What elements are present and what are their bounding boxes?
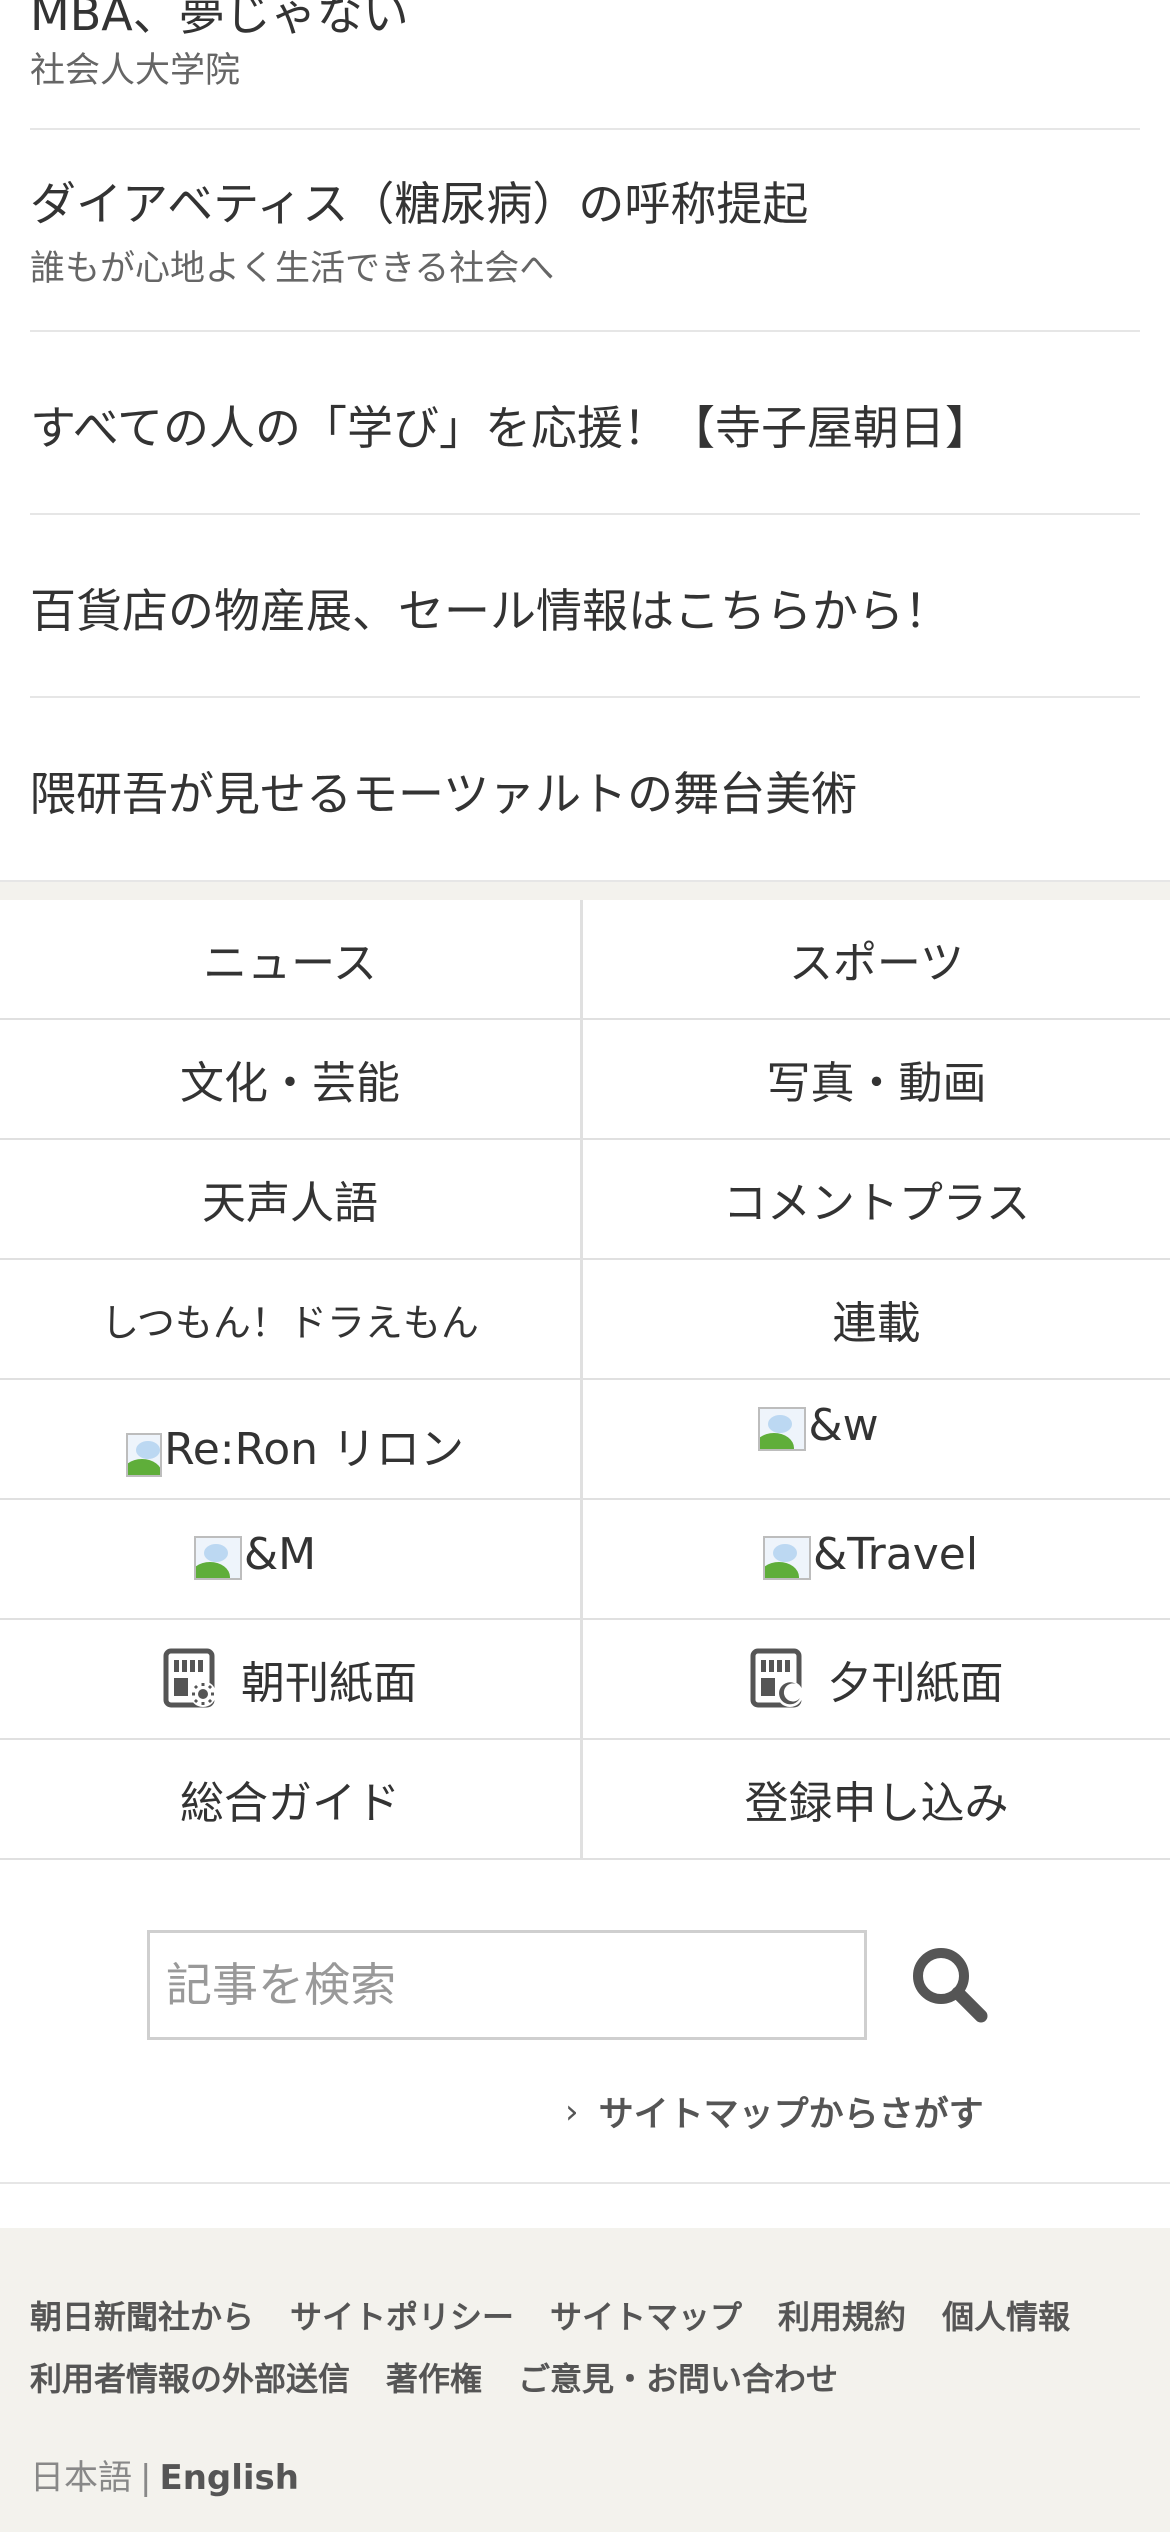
nav-label: 写真・動画 (766, 1058, 987, 1109)
lang-english[interactable]: English (159, 2458, 299, 2498)
promo-item[interactable]: ダイアベティス（糖尿病）の呼称提起 誰もが心地よく生活できる社会へ (30, 130, 1140, 332)
broken-image-icon (762, 1535, 811, 1580)
nav-label: &M (243, 1528, 317, 1580)
evening-paper-icon (750, 1648, 803, 1708)
footer-link-external-transmission[interactable]: 利用者情報の外部送信 (30, 2360, 350, 2398)
nav-sports[interactable]: スポーツ (583, 900, 1170, 1020)
footer-link-site-policy[interactable]: サイトポリシー (290, 2298, 514, 2336)
nav-and-w[interactable]: &w (583, 1380, 1170, 1500)
nav-label: ニュース (203, 938, 377, 989)
nav-label: 朝刊紙面 (241, 1658, 417, 1709)
nav-label: 総合ガイド (180, 1778, 400, 1829)
lang-separator: | (140, 2458, 152, 2498)
nav-series[interactable]: 連載 (583, 1260, 1170, 1380)
nav-register[interactable]: 登録申し込み (583, 1740, 1170, 1860)
broken-image-icon (126, 1433, 163, 1477)
footer: 朝日新聞社から サイトポリシー サイトマップ 利用規約 個人情報 利用者情報の外部送信著… (0, 2228, 1170, 2532)
nav-culture[interactable]: 文化・芸能 (0, 1020, 583, 1140)
nav-label: 登録申し込み (744, 1778, 1009, 1829)
nav-label: コメントプラス (722, 1178, 1031, 1229)
nav-photo-video[interactable]: 写真・動画 (583, 1020, 1170, 1140)
promo-title: 隈研吾が見せるモーツァルトの舞台美術 (30, 767, 858, 821)
footer-link-copyright[interactable]: 著作権 (386, 2360, 482, 2398)
nav-evening-paper[interactable]: 夕刊紙面 (583, 1620, 1170, 1740)
search-button[interactable] (905, 1940, 995, 2030)
chevron-right-icon: › (565, 2091, 579, 2132)
search-input[interactable] (147, 1930, 867, 2040)
nav-label: Re:Ron リロン (164, 1424, 464, 1475)
nav-comment-plus[interactable]: コメントプラス (583, 1140, 1170, 1260)
nav-label: &w (808, 1399, 879, 1451)
nav-label: &Travel (812, 1528, 979, 1580)
nav-label: 夕刊紙面 (827, 1658, 1004, 1709)
promo-subtitle: 社会人大学院 (30, 51, 241, 91)
language-switcher: 日本語 | English (30, 2450, 299, 2499)
nav-reron[interactable]: Re:Ron リロン (0, 1380, 583, 1500)
footer-link-privacy[interactable]: 個人情報 (942, 2298, 1070, 2336)
broken-image-icon (758, 1406, 807, 1451)
nav-label: 連載 (832, 1298, 921, 1349)
footer-links: 朝日新聞社から サイトポリシー サイトマップ 利用規約 個人情報 利用者情報の外部送信著… (30, 2286, 1150, 2410)
nav-doraemon[interactable]: しつもん！ドラえもん (0, 1260, 583, 1380)
promo-subtitle: 誰もが心地よく生活できる社会へ (30, 249, 555, 289)
nav-label: 天声人語 (202, 1178, 378, 1229)
promo-item[interactable]: MBA、夢じゃない 社会人大学院 (30, 0, 1140, 130)
promo-title: すべての人の「学び」を応援！【寺子屋朝日】 (30, 401, 991, 455)
nav-tensei-jingo[interactable]: 天声人語 (0, 1140, 583, 1260)
promo-item[interactable]: 百貨店の物産展、セール情報はこちらから！ (30, 515, 1140, 698)
promo-item[interactable]: 隈研吾が見せるモーツァルトの舞台美術 (30, 698, 1140, 880)
promo-title: MBA、夢じゃない (30, 0, 409, 41)
sitemap-link-label: サイトマップからさがす (598, 2095, 984, 2135)
nav-news[interactable]: ニュース (0, 900, 583, 1020)
nav-morning-paper[interactable]: 朝刊紙面 (0, 1620, 583, 1740)
morning-paper-icon (163, 1648, 216, 1708)
promo-title: ダイアベティス（糖尿病）の呼称提起 (30, 177, 809, 231)
footer-link-sitemap[interactable]: サイトマップ (550, 2298, 742, 2336)
nav-label: しつもん！ドラえもん (101, 1300, 479, 1345)
footer-link-terms[interactable]: 利用規約 (778, 2298, 906, 2336)
footer-link-contact[interactable]: ご意見・お問い合わせ (518, 2360, 838, 2398)
sitemap-search-link[interactable]: › サイトマップからさがす (565, 2086, 984, 2137)
lang-japanese[interactable]: 日本語 (30, 2458, 132, 2498)
footer-link-about[interactable]: 朝日新聞社から (30, 2298, 254, 2336)
search-icon (913, 1948, 988, 2023)
search-area: › サイトマップからさがす (0, 1860, 1170, 2184)
promo-title: 百貨店の物産展、セール情報はこちらから！ (30, 584, 950, 638)
nav-label: スポーツ (788, 938, 965, 989)
promo-item[interactable]: すべての人の「学び」を応援！【寺子屋朝日】 (30, 332, 1140, 515)
nav-label: 文化・芸能 (180, 1058, 400, 1109)
nav-and-m[interactable]: &M (0, 1500, 583, 1620)
section-divider (0, 880, 1170, 900)
nav-and-travel[interactable]: &Travel (583, 1500, 1170, 1620)
broken-image-icon (193, 1535, 242, 1580)
nav-guide[interactable]: 総合ガイド (0, 1740, 583, 1860)
